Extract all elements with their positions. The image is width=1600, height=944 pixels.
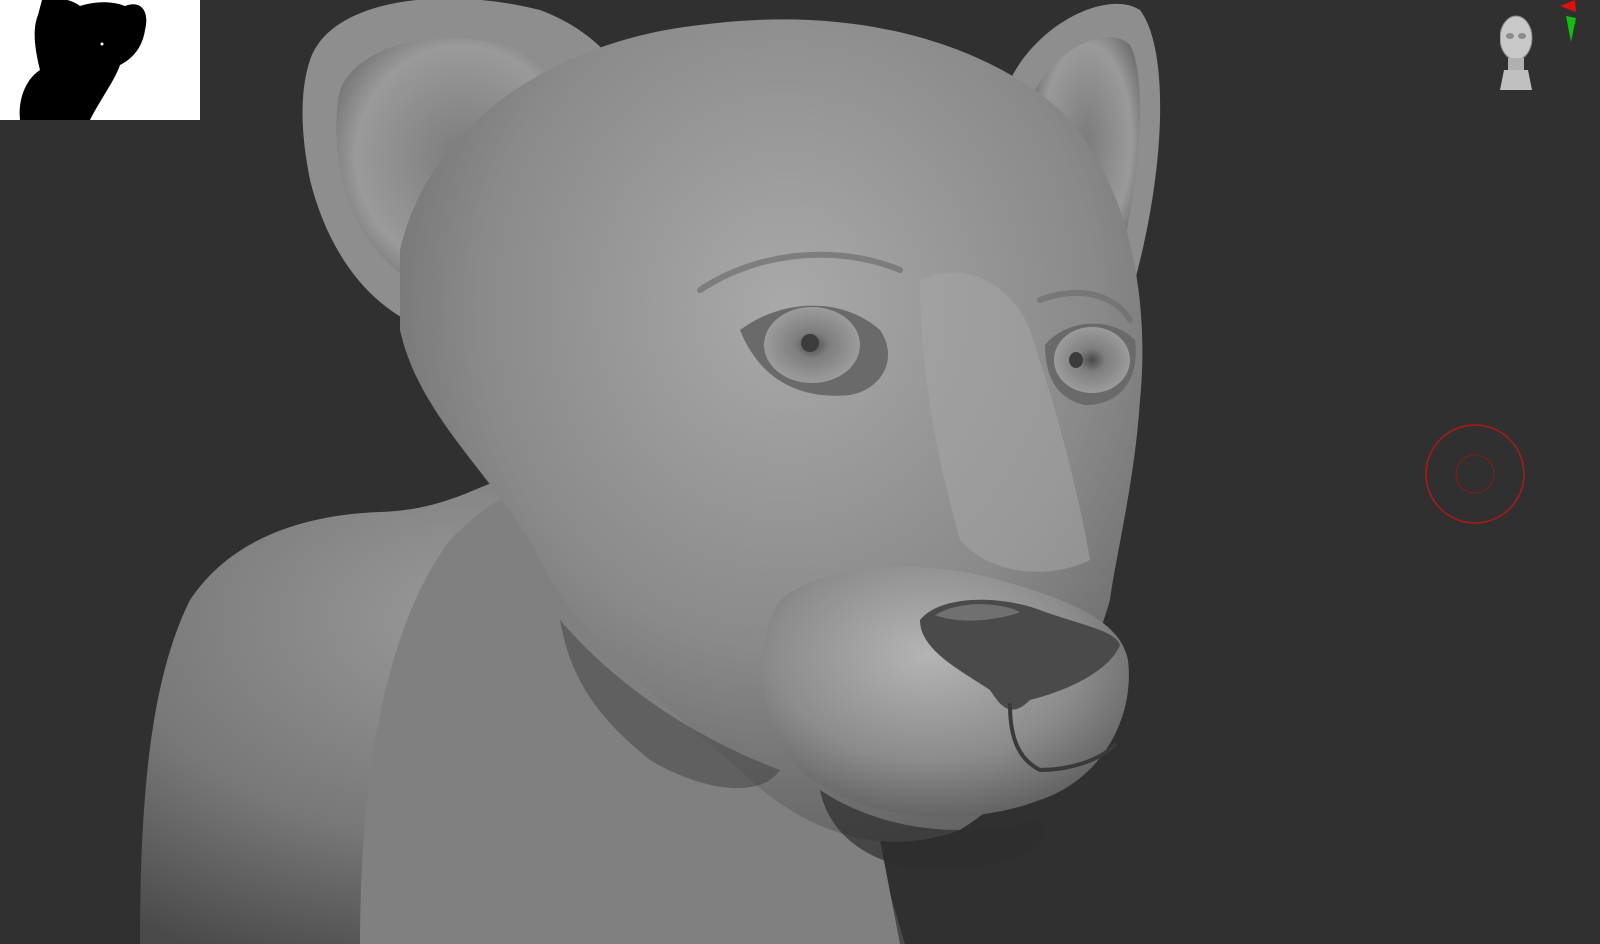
model-eye-right-pupil [1069, 352, 1083, 368]
model-eye-left-pupil [801, 334, 819, 352]
model-eye-right [1054, 327, 1130, 393]
sculpt-viewport[interactable] [0, 0, 1600, 944]
navigator-silhouette-shape [19, 0, 147, 120]
sculpted-model[interactable] [0, 0, 1600, 944]
brush-cursor [1424, 423, 1526, 525]
head-orientation-icon [1499, 15, 1533, 90]
x-axis-arrow-icon [1560, 0, 1576, 12]
navigator-silhouette [19, 0, 147, 120]
axis-orientation-widget[interactable] [1499, 0, 1600, 100]
navigator-thumbnail[interactable] [0, 0, 200, 120]
y-axis-arrow-icon [1566, 16, 1576, 42]
